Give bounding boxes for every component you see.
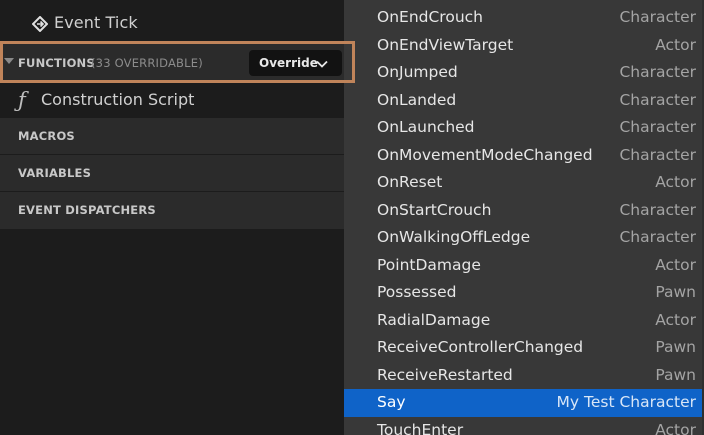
variables-label: VARIABLES	[18, 166, 92, 180]
menu-item-owner: My Test Character	[556, 393, 696, 411]
event-tick-label: Event Tick	[54, 13, 138, 32]
menu-item[interactable]: OnMovementModeChanged Character	[344, 142, 704, 170]
functions-section-header[interactable]: FUNCTIONS (33 OVERRIDABLE) Override	[0, 44, 344, 83]
menu-item-owner: Character	[619, 91, 696, 109]
menu-item-name: OnMovementModeChanged	[377, 146, 593, 164]
menu-item-name: Say	[377, 393, 406, 411]
menu-item-owner: Character	[619, 63, 696, 81]
menu-item-name: TouchEnter	[377, 421, 464, 435]
menu-item[interactable]: OnEndCrouch Character	[344, 4, 704, 32]
panel-empty-area	[0, 229, 344, 435]
event-dispatchers-label: EVENT DISPATCHERS	[18, 203, 156, 217]
menu-item[interactable]: ReceiveRestarted Pawn	[344, 362, 704, 390]
menu-item-name: OnEndViewTarget	[377, 36, 514, 54]
menu-item-owner: Pawn	[655, 338, 696, 356]
event-tick-item[interactable]: Event Tick	[0, 0, 344, 44]
menu-item-name: RadialDamage	[377, 311, 491, 329]
menu-item[interactable]: ReceiveControllerChanged Pawn	[344, 334, 704, 362]
override-label: Override	[259, 56, 318, 70]
construction-script-label: Construction Script	[41, 90, 195, 109]
override-button[interactable]: Override	[249, 50, 342, 76]
menu-item-owner: Character	[619, 201, 696, 219]
event-dispatchers-section-header[interactable]: EVENT DISPATCHERS	[0, 192, 344, 229]
menu-item[interactable]: OnLaunched Character	[344, 114, 704, 142]
menu-item-owner: Actor	[655, 36, 696, 54]
functions-overridable-count: (33 OVERRIDABLE)	[91, 56, 203, 70]
functions-label: FUNCTIONS	[18, 56, 95, 70]
menu-item[interactable]: RadialDamage Actor	[344, 307, 704, 335]
menu-item-owner: Character	[619, 228, 696, 246]
menu-item[interactable]: TouchEnter Actor	[344, 417, 704, 435]
menu-item-owner: Actor	[655, 421, 696, 435]
function-f-icon: ƒ	[18, 88, 26, 112]
menu-item-selected[interactable]: Say My Test Character	[344, 389, 704, 417]
menu-item-name: ReceiveRestarted	[377, 366, 513, 384]
chevron-down-icon	[315, 56, 329, 70]
menu-item[interactable]: OnLanded Character	[344, 87, 704, 115]
event-diamond-icon	[31, 15, 49, 33]
cut-off-row-edge	[40, 0, 260, 4]
menu-item[interactable]: PointDamage Actor	[344, 252, 704, 280]
menu-item-owner: Character	[619, 118, 696, 136]
macros-label: MACROS	[18, 129, 75, 143]
variables-section-header[interactable]: VARIABLES	[0, 155, 344, 191]
menu-item[interactable]: Possessed Pawn	[344, 279, 704, 307]
blueprint-editor: Event Tick FUNCTIONS (33 OVERRIDABLE) Ov…	[0, 0, 704, 435]
menu-item-owner: Pawn	[655, 283, 696, 301]
menu-item[interactable]: OnStartCrouch Character	[344, 197, 704, 225]
menu-item-owner: Pawn	[655, 366, 696, 384]
menu-item-owner: Actor	[655, 311, 696, 329]
collapse-arrow-icon[interactable]	[4, 58, 14, 64]
menu-item-name: ReceiveControllerChanged	[377, 338, 584, 356]
menu-item-name: OnReset	[377, 173, 443, 191]
menu-item[interactable]: OnJumped Character	[344, 59, 704, 87]
construction-script-item[interactable]: ƒ Construction Script	[0, 83, 344, 117]
menu-item-name: OnJumped	[377, 63, 458, 81]
menu-item[interactable]: OnReset Actor	[344, 169, 704, 197]
menu-item-name: PointDamage	[377, 256, 481, 274]
my-blueprint-panel: Event Tick FUNCTIONS (33 OVERRIDABLE) Ov…	[0, 0, 344, 435]
menu-item-name: OnWalkingOffLedge	[377, 228, 531, 246]
override-dropdown-menu: OnEndCrouch Character OnEndViewTarget Ac…	[344, 0, 704, 435]
menu-item-name: OnStartCrouch	[377, 201, 492, 219]
menu-item-owner: Actor	[655, 256, 696, 274]
menu-item-name: Possessed	[377, 283, 457, 301]
menu-item-name: OnLaunched	[377, 118, 475, 136]
menu-item-owner: Character	[619, 146, 696, 164]
menu-item-name: OnEndCrouch	[377, 8, 483, 26]
menu-item[interactable]: OnWalkingOffLedge Character	[344, 224, 704, 252]
macros-section-header[interactable]: MACROS	[0, 118, 344, 154]
menu-item-name: OnLanded	[377, 91, 457, 109]
menu-item-owner: Character	[619, 8, 696, 26]
menu-item[interactable]: OnEndViewTarget Actor	[344, 32, 704, 60]
menu-item-owner: Actor	[655, 173, 696, 191]
